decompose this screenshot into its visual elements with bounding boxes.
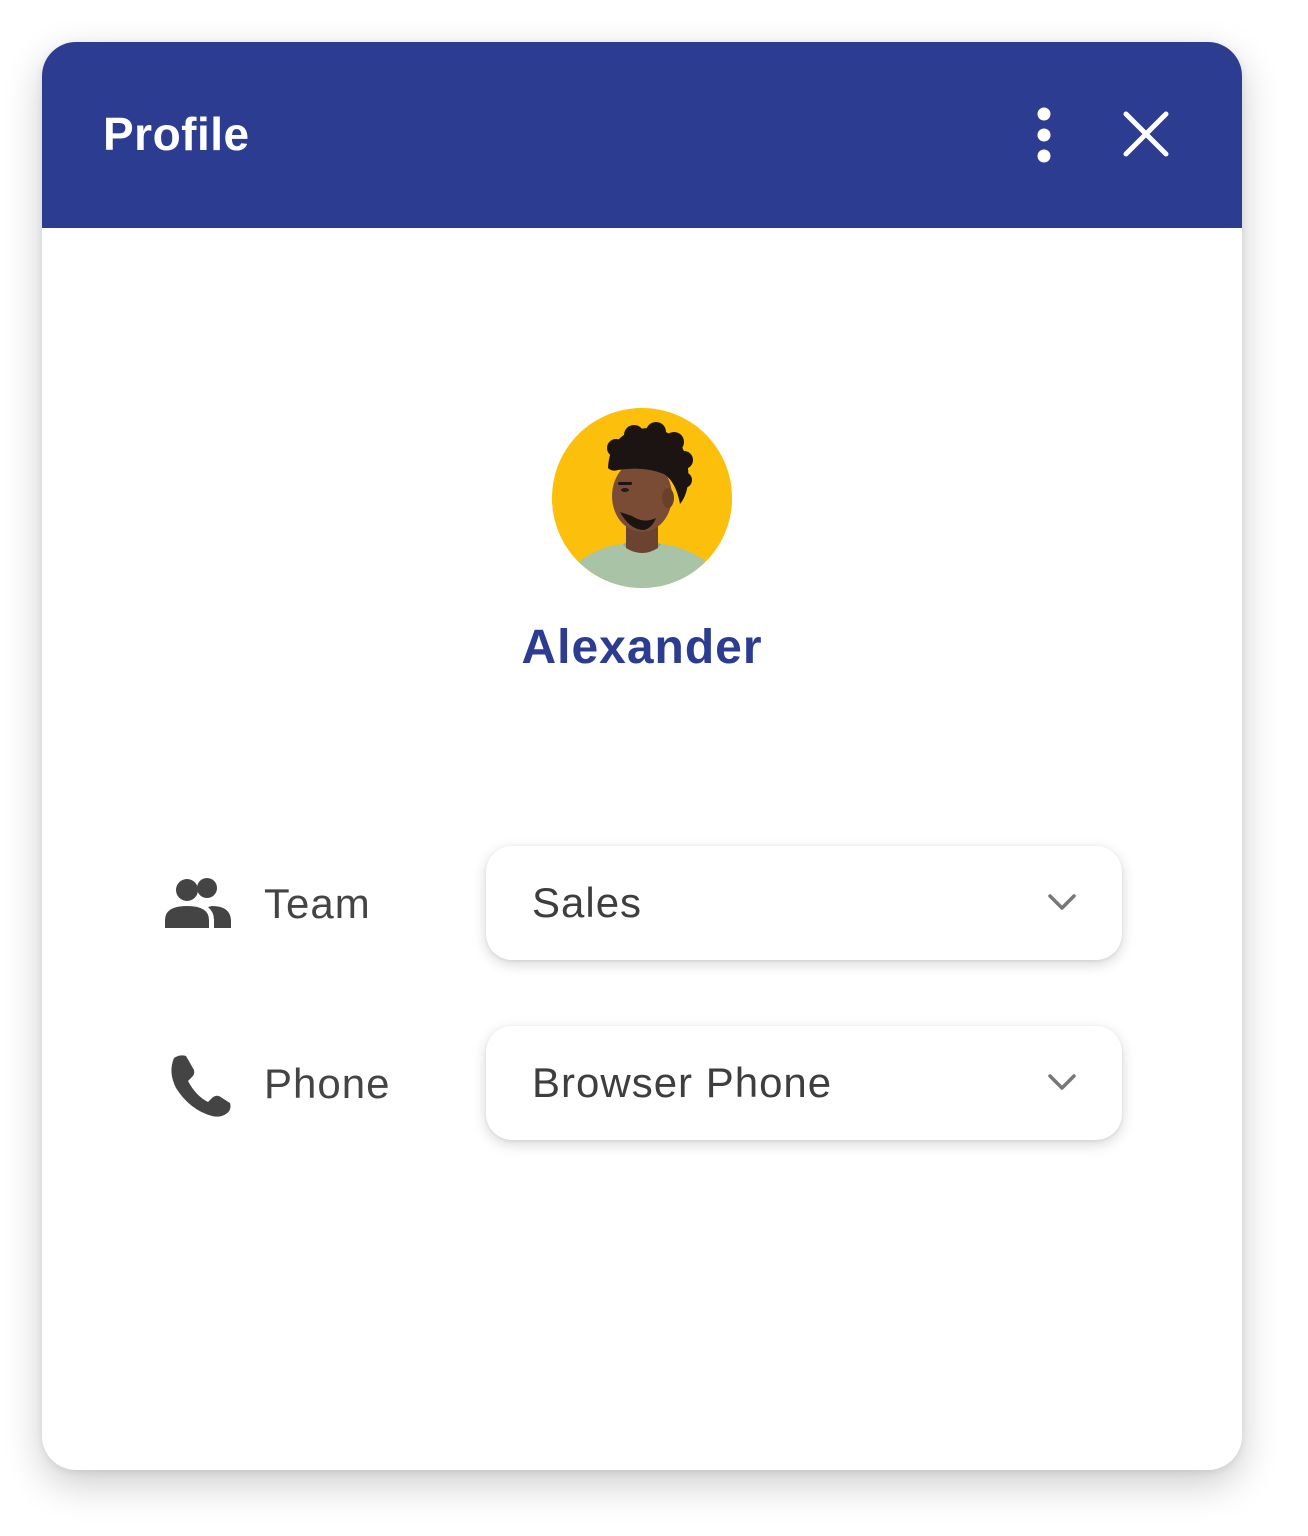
- user-name: Alexander: [521, 621, 763, 674]
- user-photo-avatar: [552, 408, 732, 588]
- team-select[interactable]: Sales: [486, 846, 1122, 960]
- phone-select[interactable]: Browser Phone: [486, 1026, 1122, 1140]
- phone-label: Phone: [264, 1060, 391, 1107]
- chevron-down-icon: [1048, 1074, 1076, 1090]
- team-select-value: Sales: [532, 879, 643, 926]
- close-button[interactable]: [1114, 104, 1178, 164]
- user-avatar[interactable]: [552, 408, 732, 588]
- chevron-down-icon: [1048, 894, 1076, 910]
- team-label: Team: [264, 880, 371, 927]
- profile-header: Profile: [42, 42, 1242, 228]
- panel-title: Profile: [103, 108, 250, 160]
- more-options-button[interactable]: [1018, 104, 1070, 164]
- phone-icon: [164, 1048, 236, 1120]
- profile-card: Profile Alexander Team Sales Phone Brows…: [42, 42, 1242, 1470]
- close-icon: [1123, 111, 1169, 157]
- phone-select-value: Browser Phone: [532, 1059, 833, 1106]
- group-icon: [162, 868, 234, 940]
- more-vertical-icon: [1037, 107, 1051, 163]
